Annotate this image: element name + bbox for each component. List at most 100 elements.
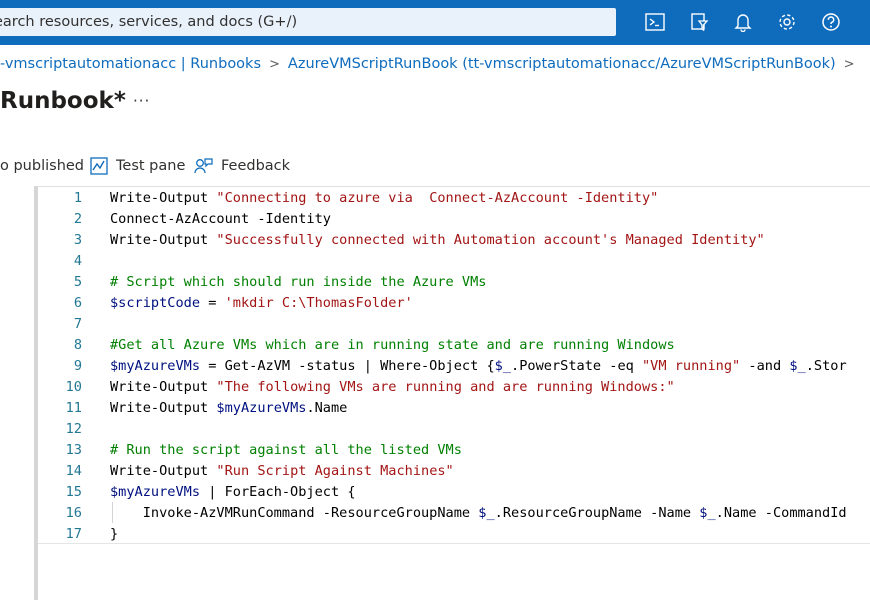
- line-number: 13: [65, 442, 82, 458]
- code-token: # Script which should run inside the Azu…: [110, 274, 487, 290]
- code-token: .Name -CommandId: [715, 505, 847, 521]
- cloud-shell-icon[interactable]: [642, 9, 668, 35]
- code-token: .Name: [306, 400, 348, 416]
- line-number: 15: [65, 484, 82, 500]
- code-line[interactable]: 16 Invoke-AzVMRunCommand -ResourceGroupN…: [38, 503, 870, 524]
- code-token: $myAzureVMs: [110, 484, 201, 500]
- line-number: 11: [65, 400, 82, 416]
- code-line[interactable]: 1 Write-Output "Connecting to azure via C…: [38, 188, 870, 209]
- line-number: 16: [65, 505, 82, 521]
- code-line[interactable]: 14 Write-Output "Run Script Against Machi…: [38, 461, 870, 482]
- test-pane-button[interactable]: Test pane: [90, 155, 185, 177]
- code-token: = Get-AzVM -status | Where-Object {: [200, 358, 495, 374]
- code-line[interactable]: 12: [38, 419, 870, 440]
- code-token: Write-Output: [110, 400, 217, 416]
- code-token: $myAzureVMs: [110, 358, 201, 374]
- line-number: 10: [65, 379, 82, 395]
- feedback-label: Feedback: [221, 158, 291, 174]
- line-number: 3: [73, 232, 82, 248]
- code-text: $myAzureVMs = Get-AzVM -status | Where-O…: [110, 356, 847, 377]
- code-token: "Successfully connected with Automation …: [216, 232, 765, 248]
- code-line[interactable]: 17}: [38, 524, 870, 545]
- code-token: }: [110, 526, 119, 542]
- code-line[interactable]: 6 $scriptCode = 'mkdir C:\ThomasFolder': [38, 293, 870, 314]
- code-text: }: [110, 524, 118, 545]
- code-line[interactable]: 15 $myAzureVMs | ForEach-Object {: [38, 482, 870, 503]
- code-token: "The following VMs are running and are r…: [216, 379, 675, 395]
- code-line[interactable]: 11 Write-Output $myAzureVMs.Name: [38, 398, 870, 419]
- code-text: Connect-AzAccount -Identity: [110, 209, 331, 230]
- line-number: 8: [73, 337, 82, 353]
- code-token: $_: [789, 358, 806, 374]
- code-token: "VM running": [642, 358, 741, 374]
- editor-content-end: [38, 543, 870, 544]
- search-input[interactable]: earch resources, services, and docs (G+/…: [0, 8, 297, 36]
- code-text: Write-Output "Connecting to azure via Co…: [110, 188, 658, 209]
- line-number: 17: [65, 526, 82, 542]
- feedback-person-icon: [194, 158, 213, 174]
- code-text: $scriptCode = 'mkdir C:\ThomasFolder': [110, 293, 413, 314]
- directory-filter-icon[interactable]: [686, 9, 712, 35]
- breadcrumb-runbook-link[interactable]: AzureVMScriptRunBook (tt-vmscriptautomat…: [288, 56, 836, 72]
- breadcrumb: -vmscriptautomationacc | Runbooks > AzureV…: [0, 54, 863, 74]
- code-token: .PowerState -eq: [511, 358, 642, 374]
- page-title: Runbook*: [0, 88, 126, 114]
- line-number: 5: [73, 274, 82, 290]
- test-pane-label: Test pane: [116, 158, 186, 174]
- search-box[interactable]: earch resources, services, and docs (G+/…: [0, 8, 616, 36]
- code-token: Invoke-AzVMRunCommand -ResourceGroupName: [110, 505, 479, 521]
- code-text: Write-Output "Successfully connected wit…: [110, 230, 765, 251]
- code-token: =: [200, 295, 225, 311]
- code-text: #Get all Azure VMs which are in running …: [110, 335, 675, 356]
- code-token: .ResourceGroupName -Name: [494, 505, 700, 521]
- code-line[interactable]: 5 # Script which should run inside the Az…: [38, 272, 870, 293]
- line-number: 7: [73, 316, 82, 332]
- code-token: Connect-AzAccount -Identity: [110, 211, 331, 227]
- revert-label: o published: [0, 158, 85, 174]
- code-token: $scriptCode: [110, 295, 201, 311]
- code-token: $_: [494, 358, 512, 374]
- code-text: Write-Output "The following VMs are runn…: [110, 377, 675, 398]
- code-line[interactable]: 3 Write-Output "Successfully connected wi…: [38, 230, 870, 251]
- code-line[interactable]: 4: [38, 251, 870, 272]
- test-pane-chart-icon: [90, 157, 108, 175]
- code-token: Write-Output: [110, 379, 217, 395]
- code-line[interactable]: 7: [38, 314, 870, 335]
- code-token: | ForEach-Object {: [200, 484, 356, 500]
- code-token: Write-Output: [110, 463, 217, 479]
- breadcrumb-runbooks-link[interactable]: -vmscriptautomationacc | Runbooks: [0, 56, 261, 72]
- line-number: 1: [73, 190, 82, 206]
- code-token: "Connecting to azure via Connect-AzAccou…: [216, 190, 659, 206]
- line-number: 6: [73, 295, 82, 311]
- code-text: # Run the script against all the listed …: [110, 440, 462, 461]
- code-line[interactable]: 9 $myAzureVMs = Get-AzVM -status | Where-…: [38, 356, 870, 377]
- settings-gear-icon[interactable]: [774, 9, 800, 35]
- code-token: .Stor: [805, 358, 847, 374]
- code-token: -and: [740, 358, 790, 374]
- code-token: Write-Output: [110, 190, 217, 206]
- line-number: 14: [65, 463, 82, 479]
- code-line[interactable]: 10 Write-Output "The following VMs are ru…: [38, 377, 870, 398]
- line-number: 4: [73, 253, 82, 269]
- code-line[interactable]: 8 #Get all Azure VMs which are in running…: [38, 335, 870, 356]
- code-editor[interactable]: 1 Write-Output "Connecting to azure via C…: [38, 186, 870, 601]
- code-token: "Run Script Against Machines": [216, 463, 454, 479]
- code-token: 'mkdir C:\ThomasFolder': [224, 295, 413, 311]
- help-question-icon[interactable]: [818, 9, 844, 35]
- code-token: Write-Output: [110, 232, 217, 248]
- code-token: # Run the script against all the listed …: [110, 442, 462, 458]
- feedback-button[interactable]: Feedback: [194, 155, 290, 177]
- line-number: 12: [65, 421, 82, 437]
- code-line[interactable]: 2 Connect-AzAccount -Identity: [38, 209, 870, 230]
- revert-to-published-button[interactable]: o published: [0, 155, 84, 177]
- code-token: $_: [478, 505, 495, 521]
- line-number: 9: [73, 358, 82, 374]
- code-text: # Script which should run inside the Azu…: [110, 272, 486, 293]
- more-options-button[interactable]: ···: [133, 85, 150, 117]
- code-text: Invoke-AzVMRunCommand -ResourceGroupName…: [110, 503, 847, 524]
- code-line[interactable]: 13 # Run the script against all the liste…: [38, 440, 870, 461]
- code-text: Write-Output "Run Script Against Machine…: [110, 461, 454, 482]
- code-text: $myAzureVMs | ForEach-Object {: [110, 482, 356, 503]
- chevron-right-icon: >: [269, 57, 280, 72]
- notifications-bell-icon[interactable]: [730, 9, 756, 35]
